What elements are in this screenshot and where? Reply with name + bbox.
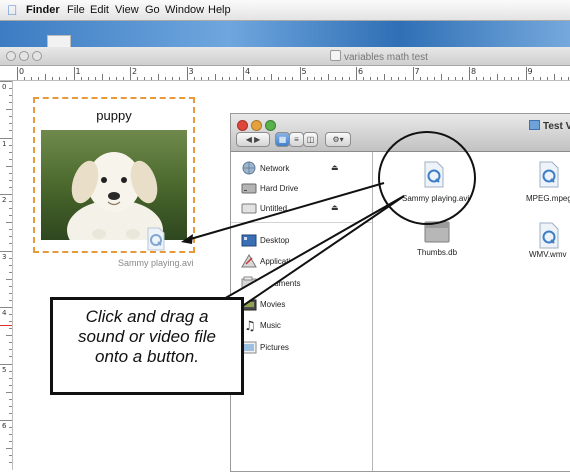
instruction-callout: Click and drag a sound or video file ont…: [50, 297, 244, 395]
callout-line-1: Click and drag a: [85, 307, 209, 326]
callout-line-3: onto a button.: [95, 347, 199, 366]
drag-arrow-head: [181, 234, 193, 244]
drag-arrow-line: [186, 182, 385, 241]
highlight-ellipse: [378, 131, 476, 225]
callout-text: Click and drag a sound or video file ont…: [53, 307, 241, 367]
annotation-overlay: [181, 131, 476, 307]
callout-line-2: sound or video file: [78, 327, 216, 346]
callout-pointer: [219, 195, 405, 307]
